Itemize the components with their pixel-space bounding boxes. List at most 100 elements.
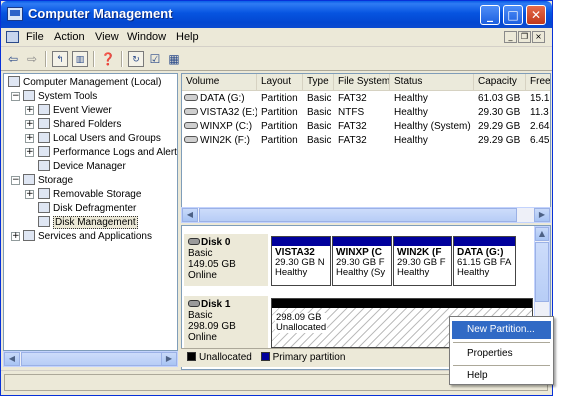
storage-icon: [23, 174, 35, 185]
menu-bar: File Action View Window Help _ ❐ ×: [1, 28, 552, 47]
tree-item-disk-defragmenter[interactable]: Disk Defragmenter: [38, 202, 136, 215]
context-menu-new-partition[interactable]: New Partition...: [452, 321, 551, 339]
volume-icon: [184, 122, 198, 129]
maximize-button[interactable]: □: [503, 5, 523, 25]
console-tree: Computer Management (Local) − System Too…: [3, 73, 178, 351]
context-menu-separator: [453, 342, 550, 343]
scroll-thumb[interactable]: [535, 242, 549, 302]
up-level-icon[interactable]: ↰: [52, 51, 68, 67]
expander-local-users[interactable]: +: [25, 134, 34, 143]
minimize-button[interactable]: _: [480, 5, 500, 25]
system-menu-icon[interactable]: [6, 31, 19, 43]
disk-management-icon: [38, 216, 50, 227]
tree-item-services-and-applications[interactable]: Services and Applications: [23, 230, 152, 243]
toolbar: ⇦ ⇨ ↰ ▥ ❓ ↻ ☑ ▦: [1, 47, 552, 71]
tree-item-system-tools[interactable]: System Tools: [23, 90, 97, 103]
tree-item-device-manager[interactable]: Device Manager: [38, 160, 126, 173]
column-layout[interactable]: Layout: [257, 74, 303, 91]
event-viewer-icon: [38, 104, 50, 115]
column-free[interactable]: Free: [526, 74, 550, 91]
disk-1-label[interactable]: Disk 1 Basic 298.09 GB Online: [184, 296, 268, 348]
disk-icon: [188, 300, 200, 307]
volume-list-horizontal-scrollbar[interactable]: ◀ ▶: [181, 207, 551, 223]
column-volume[interactable]: Volume: [182, 74, 257, 91]
performance-icon: [38, 146, 50, 157]
removable-storage-icon: [38, 188, 50, 199]
computer-management-icon: [7, 7, 23, 21]
toolbar-separator: [121, 51, 123, 67]
scroll-right-icon[interactable]: ▶: [161, 352, 177, 366]
disk-icon: [188, 238, 200, 245]
menu-help[interactable]: Help: [176, 31, 199, 43]
context-menu-help[interactable]: Help: [452, 367, 551, 385]
unallocated-swatch: [187, 352, 196, 361]
expander-removable-storage[interactable]: +: [25, 190, 34, 199]
back-icon[interactable]: ⇦: [5, 51, 21, 67]
scroll-left-icon[interactable]: ◀: [182, 208, 198, 222]
show-hide-tree-icon[interactable]: ▥: [72, 51, 88, 67]
disk-properties-icon[interactable]: ▦: [166, 51, 182, 67]
tree-item-computer-management[interactable]: Computer Management (Local): [8, 76, 161, 89]
column-file-system[interactable]: File System: [334, 74, 390, 91]
tree-item-removable-storage[interactable]: Removable Storage: [38, 188, 141, 201]
tree-item-shared-folders[interactable]: Shared Folders: [38, 118, 121, 131]
expander-system-tools[interactable]: −: [11, 92, 20, 101]
scroll-thumb[interactable]: [21, 352, 162, 366]
primary-partition-swatch: [260, 352, 270, 361]
toolbar-separator: [93, 51, 95, 67]
volume-icon: [184, 136, 198, 143]
volume-list: Volume Layout Type File System Status Ca…: [181, 73, 551, 223]
tree-item-performance-logs[interactable]: Performance Logs and Alerts: [38, 146, 177, 159]
disk-0-label[interactable]: Disk 0 Basic 149.05 GB Online: [184, 234, 268, 286]
volume-icon: [184, 94, 198, 101]
help-icon[interactable]: ❓: [100, 51, 116, 67]
tree-item-event-viewer[interactable]: Event Viewer: [38, 104, 112, 117]
computer-icon: [8, 76, 20, 87]
services-icon: [23, 230, 35, 241]
context-menu-separator: [453, 365, 550, 366]
users-icon: [38, 132, 50, 143]
partition-vista32[interactable]: VISTA32 29.30 GB N Healthy: [271, 236, 331, 286]
shared-folders-icon: [38, 118, 50, 129]
expander-shared-folders[interactable]: +: [25, 120, 34, 129]
defragmenter-icon: [38, 202, 50, 213]
scroll-right-icon[interactable]: ▶: [534, 208, 550, 222]
child-minimize-button[interactable]: _: [504, 31, 517, 43]
column-capacity[interactable]: Capacity: [474, 74, 526, 91]
context-menu-properties[interactable]: Properties: [452, 345, 551, 363]
volume-list-header: Volume Layout Type File System Status Ca…: [182, 74, 550, 91]
scroll-thumb[interactable]: [199, 208, 517, 222]
toolbar-separator: [45, 51, 47, 67]
child-restore-button[interactable]: ❐: [518, 31, 531, 43]
tree-item-local-users-and-groups[interactable]: Local Users and Groups: [38, 132, 161, 145]
properties-icon[interactable]: ☑: [147, 51, 163, 67]
forward-icon[interactable]: ⇨: [24, 51, 40, 67]
tools-icon: [23, 90, 35, 101]
column-type[interactable]: Type: [303, 74, 334, 91]
menu-action[interactable]: Action: [54, 31, 85, 43]
title-bar[interactable]: Computer Management _ □ ✕: [1, 1, 552, 28]
tree-horizontal-scrollbar[interactable]: ◀ ▶: [3, 351, 178, 367]
refresh-icon[interactable]: ↻: [128, 51, 144, 67]
expander-event-viewer[interactable]: +: [25, 106, 34, 115]
device-manager-icon: [38, 160, 50, 171]
menu-window[interactable]: Window: [127, 31, 166, 43]
close-button[interactable]: ✕: [526, 5, 546, 25]
scroll-up-icon[interactable]: ▲: [535, 227, 549, 241]
context-menu: New Partition... Properties Help: [449, 316, 554, 385]
partition-win2k[interactable]: WIN2K (F 29.30 GB F Healthy: [393, 236, 452, 286]
expander-performance-logs[interactable]: +: [25, 148, 34, 157]
volume-icon: [184, 108, 198, 115]
expander-storage[interactable]: −: [11, 176, 20, 185]
menu-file[interactable]: File: [26, 31, 44, 43]
menu-view[interactable]: View: [95, 31, 119, 43]
window-title: Computer Management: [28, 6, 173, 21]
scroll-left-icon[interactable]: ◀: [4, 352, 20, 366]
expander-services[interactable]: +: [11, 232, 20, 241]
partition-winxp[interactable]: WINXP (C 29.30 GB F Healthy (Sy: [332, 236, 392, 286]
child-close-button[interactable]: ×: [532, 31, 545, 43]
column-status[interactable]: Status: [390, 74, 474, 91]
partition-data[interactable]: DATA (G:) 61.15 GB FA Healthy: [453, 236, 516, 286]
tree-item-disk-management[interactable]: Disk Management: [38, 216, 138, 229]
tree-item-storage[interactable]: Storage: [23, 174, 73, 187]
